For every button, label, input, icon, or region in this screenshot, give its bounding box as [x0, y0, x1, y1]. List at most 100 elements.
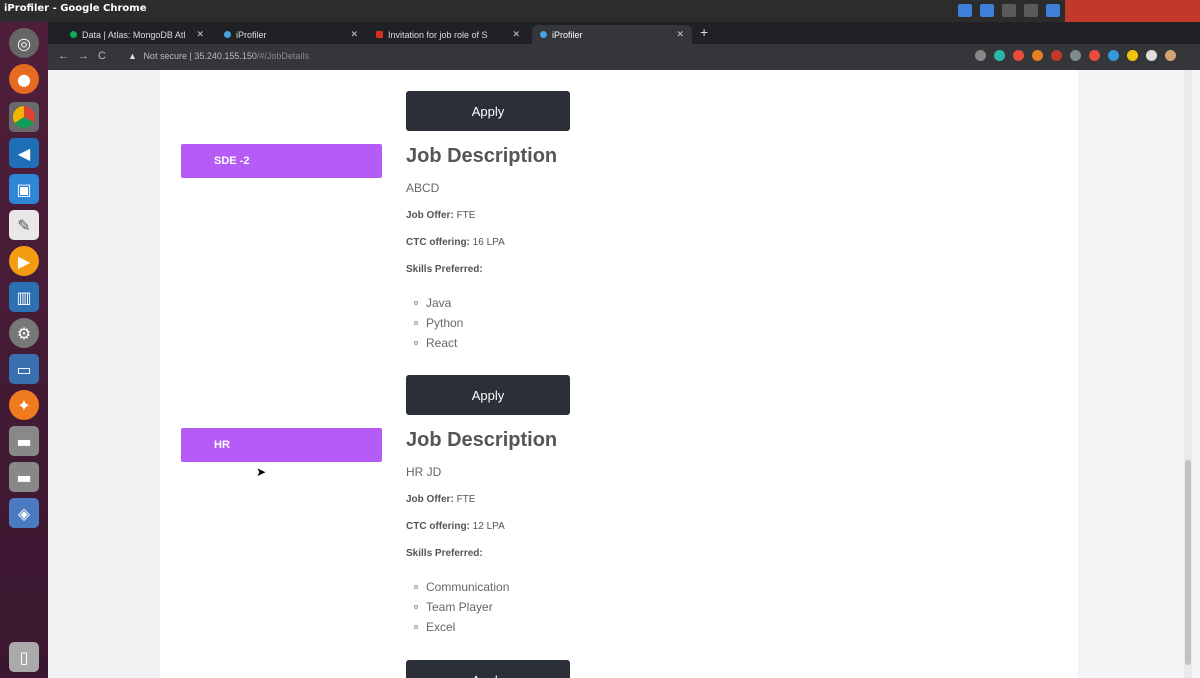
star-icon[interactable]: [975, 50, 986, 61]
role-label: HR: [181, 428, 382, 462]
bullet-icon: [414, 301, 418, 305]
close-icon[interactable]: ✕: [196, 29, 204, 40]
tab-gmail-invitation[interactable]: Invitation for job role of S ✕: [368, 25, 528, 44]
tray-icon[interactable]: [1002, 4, 1016, 17]
address-bar: ← → C ▲ Not secure | 35.240.155.150/#/Jo…: [48, 44, 1200, 70]
job-offer: Job Offer: FTE: [406, 210, 476, 221]
extension-icon[interactable]: [1108, 50, 1119, 61]
bullet-icon: [414, 321, 418, 325]
bullet-icon: [414, 605, 418, 609]
page-margin: [48, 70, 160, 678]
skill-item: Excel: [414, 617, 557, 637]
chrome-icon[interactable]: [9, 102, 39, 132]
window-title: iProfiler - Google Chrome: [4, 3, 147, 14]
skill-item: Python: [414, 313, 557, 333]
apply-button[interactable]: Apply: [406, 91, 570, 131]
firefox-icon[interactable]: ●: [9, 64, 39, 94]
skill-item: React: [414, 333, 557, 353]
extension-icon[interactable]: [1032, 50, 1043, 61]
media-player-icon[interactable]: ▶: [9, 246, 39, 276]
reload-icon[interactable]: C: [98, 50, 106, 62]
gmail-icon: [376, 31, 383, 38]
tray-icon[interactable]: [1024, 4, 1038, 17]
tray-icon[interactable]: [958, 4, 972, 17]
page-icon: [540, 31, 547, 38]
url-host: 35.240.155.150: [194, 51, 257, 61]
skills-list: Java Python React: [406, 293, 557, 353]
tray-icon[interactable]: [980, 4, 994, 17]
warning-icon: ▲: [128, 51, 137, 61]
page-viewport: Apply SDE -2 Job Description ABCD Job Of…: [48, 70, 1192, 678]
mouse-cursor-icon: ➤: [256, 465, 267, 479]
vscode-icon[interactable]: ◀: [9, 138, 39, 168]
new-tab-button[interactable]: +: [700, 24, 708, 40]
job-description-text: ABCD: [406, 181, 440, 195]
drive-icon[interactable]: ▬: [9, 462, 39, 492]
apply-button[interactable]: Apply: [406, 375, 570, 415]
app-launcher: ◎ ● ◀ ▣ ✎ ▶ ▥ ⚙ ▭ ✦ ▬ ▬ ◈ ▯: [0, 22, 48, 678]
presentation-icon[interactable]: ▭: [9, 354, 39, 384]
bullet-icon: [414, 341, 418, 345]
text-editor-icon[interactable]: ✎: [9, 210, 39, 240]
extension-icon[interactable]: [1089, 50, 1100, 61]
extensions-area: [956, 50, 1188, 61]
skills-preferred-label: Skills Preferred:: [406, 264, 483, 275]
tab-mongodb[interactable]: Data | Atlas: MongoDB Atl ✕: [62, 25, 212, 44]
system-tray: [958, 4, 1060, 17]
job-description-text: HR JD: [406, 465, 442, 479]
bullet-icon: [414, 585, 418, 589]
settings-icon[interactable]: ⚙: [9, 318, 39, 348]
extension-icon[interactable]: [1051, 50, 1062, 61]
forward-icon[interactable]: →: [78, 50, 89, 62]
bullet-icon: [414, 625, 418, 629]
security-label: Not secure: [143, 51, 187, 61]
extension-icon[interactable]: [1070, 50, 1081, 61]
files-icon[interactable]: ▣: [9, 174, 39, 204]
tab-label: Invitation for job role of S: [388, 29, 488, 40]
compass-icon[interactable]: ✦: [9, 390, 39, 420]
network-icon[interactable]: ◈: [9, 498, 39, 528]
job-description-heading: Job Description: [406, 145, 558, 167]
scrollbar[interactable]: [1184, 70, 1192, 678]
apply-button[interactable]: Apply: [406, 660, 570, 678]
job-description-heading: Job Description: [406, 429, 558, 451]
tab-label: iProfiler: [552, 29, 583, 40]
bluetooth-icon[interactable]: [1046, 4, 1060, 17]
url-path: /#/JobDetails: [256, 51, 309, 61]
extension-icon[interactable]: [994, 50, 1005, 61]
tab-label: Data | Atlas: MongoDB Atl: [82, 29, 186, 40]
extension-icon[interactable]: [1013, 50, 1024, 61]
os-top-bar: iProfiler - Google Chrome: [0, 0, 1200, 22]
job-offer: Job Offer: FTE: [406, 494, 476, 505]
job-description-block: Job Description ABCD Job Offer: FTE CTC …: [406, 145, 557, 353]
trash-icon[interactable]: ▯: [9, 642, 39, 672]
close-icon[interactable]: ✕: [350, 29, 358, 40]
job-description-block: Job Description HR JD Job Offer: FTE CTC…: [406, 429, 557, 637]
role-label: SDE -2: [181, 144, 382, 178]
redacted-area: [1065, 0, 1200, 22]
skills-list: Communication Team Player Excel: [406, 577, 557, 637]
tab-iprofiler-active[interactable]: iProfiler ✕: [532, 25, 692, 44]
tab-label: iProfiler: [236, 29, 267, 40]
extension-icon[interactable]: [1127, 50, 1138, 61]
drive-icon[interactable]: ▬: [9, 426, 39, 456]
mongodb-icon: [70, 31, 77, 38]
tab-iprofiler[interactable]: iProfiler ✕: [216, 25, 366, 44]
tab-strip: Data | Atlas: MongoDB Atl ✕ iProfiler ✕ …: [48, 22, 1200, 44]
page-icon: [224, 31, 231, 38]
ctc-offering: CTC offering: 12 LPA: [406, 521, 505, 532]
chart-app-icon[interactable]: ▥: [9, 282, 39, 312]
close-icon[interactable]: ✕: [676, 29, 684, 40]
skills-preferred-label: Skills Preferred:: [406, 548, 483, 559]
close-icon[interactable]: ✕: [512, 29, 520, 40]
back-icon[interactable]: ←: [58, 50, 69, 62]
menu-icon[interactable]: [1184, 50, 1188, 61]
skill-item: Team Player: [414, 597, 557, 617]
skill-item: Java: [414, 293, 557, 313]
zoom-icon[interactable]: [956, 50, 967, 61]
url-field[interactable]: ▲ Not secure | 35.240.155.150/#/JobDetai…: [128, 51, 309, 61]
puzzle-icon[interactable]: [1146, 50, 1157, 61]
avatar[interactable]: [1165, 50, 1176, 61]
scrollbar-thumb[interactable]: [1185, 460, 1191, 665]
ubuntu-dash-icon[interactable]: ◎: [9, 28, 39, 58]
